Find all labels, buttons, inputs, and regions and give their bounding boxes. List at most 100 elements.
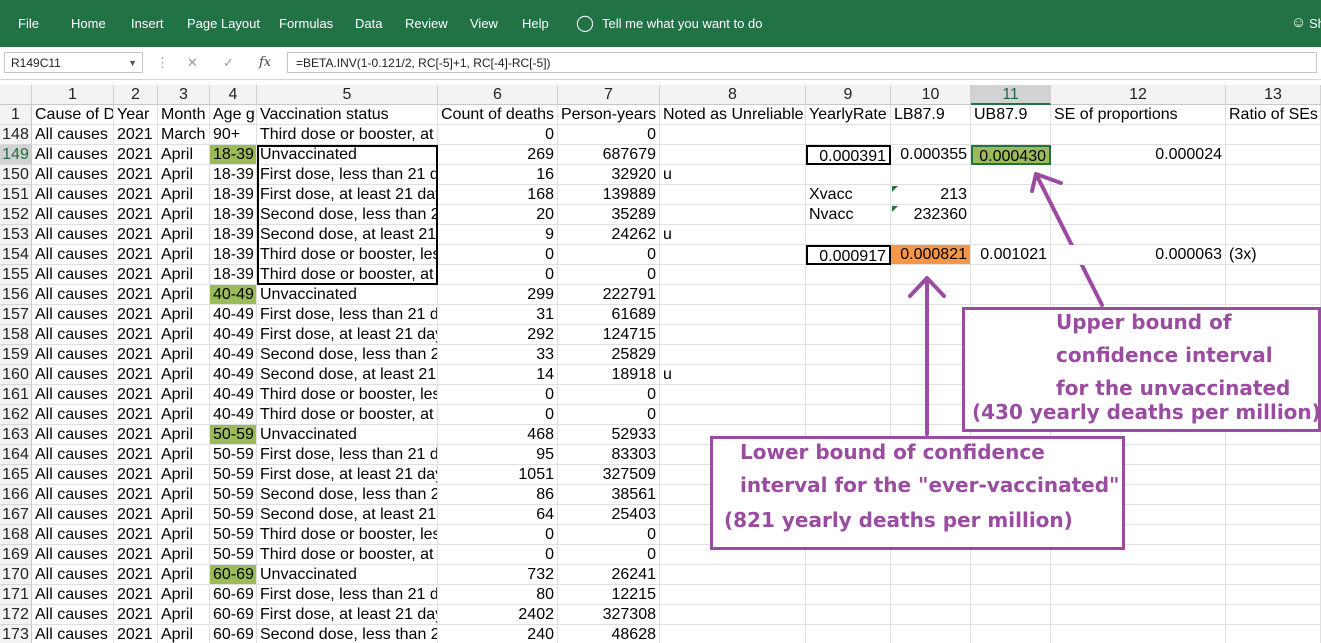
header-cell-1[interactable]: Cause of D [32, 105, 114, 125]
column-header-11[interactable]: 11 [971, 85, 1051, 105]
month-cell[interactable]: April [158, 505, 210, 525]
empty-cell[interactable] [806, 125, 891, 145]
empty-cell[interactable] [1051, 125, 1226, 145]
row-header[interactable]: 155 [0, 265, 32, 285]
death-count-cell[interactable]: 80 [438, 585, 558, 605]
tab-formulas[interactable]: Formulas [279, 16, 333, 31]
unreliable-flag-cell[interactable]: u [660, 165, 806, 185]
death-count-cell[interactable]: 0 [438, 245, 558, 265]
year-cell[interactable]: 2021 [114, 205, 158, 225]
empty-cell[interactable] [806, 385, 891, 405]
cause-cell[interactable]: All causes [32, 225, 114, 245]
month-cell[interactable]: April [158, 545, 210, 565]
month-cell[interactable]: March [158, 125, 210, 145]
empty-cell[interactable] [1051, 585, 1226, 605]
month-cell[interactable]: April [158, 405, 210, 425]
month-cell[interactable]: April [158, 485, 210, 505]
age-group-cell[interactable]: 50-59 [210, 465, 257, 485]
row-header[interactable]: 162 [0, 405, 32, 425]
person-years-cell[interactable]: 327308 [558, 605, 660, 625]
month-cell[interactable]: April [158, 625, 210, 643]
person-years-cell[interactable]: 52933 [558, 425, 660, 445]
month-cell[interactable]: April [158, 365, 210, 385]
header-cell-6[interactable]: Count of deaths [438, 105, 558, 125]
column-header-12[interactable]: 12 [1051, 85, 1226, 105]
row-header[interactable]: 161 [0, 385, 32, 405]
death-count-cell[interactable]: 0 [438, 405, 558, 425]
empty-cell[interactable] [1051, 225, 1226, 245]
empty-cell[interactable] [1226, 165, 1321, 185]
year-cell[interactable]: 2021 [114, 245, 158, 265]
empty-cell[interactable] [891, 265, 971, 285]
vaccination-status-cell[interactable]: Second dose, less than 2 [257, 345, 438, 365]
person-years-cell[interactable]: 222791 [558, 285, 660, 305]
unreliable-flag-cell[interactable] [660, 565, 806, 585]
dropdown-caret-icon[interactable]: ▼ [128, 53, 137, 74]
tell-me-search[interactable]: Tell me what you want to do [602, 16, 762, 31]
person-years-cell[interactable]: 139889 [558, 185, 660, 205]
age-group-cell[interactable]: 18-39 [210, 145, 257, 165]
empty-cell[interactable] [971, 125, 1051, 145]
vaccination-status-cell[interactable]: First dose, less than 21 da [257, 585, 438, 605]
cause-cell[interactable]: All causes [32, 405, 114, 425]
year-cell[interactable]: 2021 [114, 565, 158, 585]
empty-cell[interactable] [971, 285, 1051, 305]
person-years-cell[interactable]: 25403 [558, 505, 660, 525]
vaccination-status-cell[interactable]: Unvaccinated [257, 425, 438, 445]
cancel-x-icon[interactable]: ✕ [187, 55, 198, 71]
death-count-cell[interactable]: 0 [438, 385, 558, 405]
empty-cell[interactable] [1226, 605, 1321, 625]
cause-cell[interactable]: All causes [32, 265, 114, 285]
death-count-cell[interactable]: 269 [438, 145, 558, 165]
row-header[interactable]: 173 [0, 625, 32, 643]
row-header[interactable]: 150 [0, 165, 32, 185]
age-group-cell[interactable]: 18-39 [210, 265, 257, 285]
age-group-cell[interactable]: 18-39 [210, 165, 257, 185]
person-years-cell[interactable]: 0 [558, 245, 660, 265]
death-count-cell[interactable]: 95 [438, 445, 558, 465]
empty-cell[interactable] [806, 165, 891, 185]
empty-cell[interactable] [1226, 585, 1321, 605]
year-cell[interactable]: 2021 [114, 125, 158, 145]
empty-cell[interactable] [971, 205, 1051, 225]
cause-cell[interactable]: All causes [32, 125, 114, 145]
cause-cell[interactable]: All causes [32, 285, 114, 305]
vaccination-status-cell[interactable]: Third dose or booster, at l [257, 405, 438, 425]
comment-indicator-icon[interactable] [892, 186, 898, 192]
empty-cell[interactable] [891, 305, 971, 325]
unreliable-flag-cell[interactable] [660, 185, 806, 205]
row-header[interactable]: 158 [0, 325, 32, 345]
se-proportions-unvaccinated[interactable]: 0.000024 [1051, 145, 1226, 165]
empty-cell[interactable] [891, 365, 971, 385]
cause-cell[interactable]: All causes [32, 345, 114, 365]
year-cell[interactable]: 2021 [114, 145, 158, 165]
column-header-9[interactable]: 9 [806, 85, 891, 105]
year-cell[interactable]: 2021 [114, 325, 158, 345]
month-cell[interactable]: April [158, 185, 210, 205]
year-cell[interactable]: 2021 [114, 605, 158, 625]
nvacc-value[interactable]: 232360 [891, 205, 971, 225]
month-cell[interactable]: April [158, 345, 210, 365]
row-header[interactable]: 171 [0, 585, 32, 605]
year-cell[interactable]: 2021 [114, 505, 158, 525]
vaccination-status-cell[interactable]: Unvaccinated [257, 145, 438, 165]
cause-cell[interactable]: All causes [32, 325, 114, 345]
tab-help[interactable]: Help [522, 16, 549, 31]
empty-cell[interactable] [806, 325, 891, 345]
row-header[interactable]: 165 [0, 465, 32, 485]
unreliable-flag-cell[interactable] [660, 125, 806, 145]
age-group-cell[interactable]: 40-49 [210, 345, 257, 365]
tab-view[interactable]: View [470, 16, 498, 31]
empty-cell[interactable] [971, 605, 1051, 625]
age-group-cell[interactable]: 40-49 [210, 305, 257, 325]
unreliable-flag-cell[interactable] [660, 585, 806, 605]
empty-cell[interactable] [806, 285, 891, 305]
empty-cell[interactable] [1226, 445, 1321, 465]
empty-cell[interactable] [806, 305, 891, 325]
column-header-3[interactable]: 3 [158, 85, 210, 105]
cause-cell[interactable]: All causes [32, 205, 114, 225]
ratio-of-ses[interactable]: (3x) [1226, 245, 1321, 265]
person-years-cell[interactable]: 0 [558, 545, 660, 565]
month-cell[interactable]: April [158, 265, 210, 285]
vaccination-status-cell[interactable]: First dose, less than 21 da [257, 305, 438, 325]
